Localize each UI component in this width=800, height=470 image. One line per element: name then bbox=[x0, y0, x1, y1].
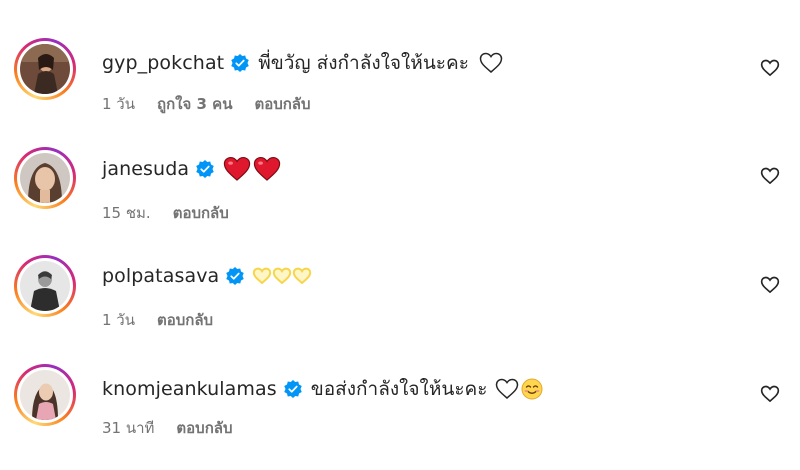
white-heart-icon bbox=[479, 52, 503, 73]
verified-badge-icon bbox=[231, 54, 249, 72]
comment-item: janesuda 15 ชม. ตอบกลับ bbox=[0, 110, 800, 222]
avatar[interactable] bbox=[20, 44, 70, 94]
comment-item: gyp_pokchat พี่ขวัญ ส่งกำลังใจให้นะคะ 1 … bbox=[0, 0, 800, 113]
avatar-story-ring[interactable] bbox=[14, 364, 76, 426]
username[interactable]: polpatasava bbox=[102, 265, 219, 287]
red-heart-icon bbox=[253, 156, 281, 181]
comment-item: knomjeankulamas ขอส่งกำลังใจให้นะคะ 31 น… bbox=[0, 327, 800, 437]
avatar-story-ring[interactable] bbox=[14, 255, 76, 317]
comment-time: 31 นาที bbox=[102, 419, 155, 437]
avatar-story-ring[interactable] bbox=[14, 38, 76, 100]
username[interactable]: gyp_pokchat bbox=[102, 52, 224, 74]
avatar[interactable] bbox=[20, 261, 70, 311]
yellow-heart-icon bbox=[273, 267, 292, 285]
avatar[interactable] bbox=[20, 153, 70, 203]
yellow-heart-icon bbox=[293, 267, 312, 285]
like-heart-icon[interactable] bbox=[760, 275, 780, 295]
comment-item: polpatasava 1 วัน ตอบกลับ bbox=[0, 218, 800, 329]
comment-text: ขอส่งกำลังใจให้นะคะ bbox=[310, 378, 488, 400]
verified-badge-icon bbox=[196, 160, 214, 178]
verified-badge-icon bbox=[284, 380, 302, 398]
like-heart-icon[interactable] bbox=[760, 166, 780, 186]
verified-badge-icon bbox=[226, 267, 245, 285]
yellow-heart-icon bbox=[253, 267, 272, 285]
reply-button[interactable]: ตอบกลับ bbox=[176, 416, 232, 440]
username[interactable]: janesuda bbox=[102, 158, 189, 180]
username[interactable]: knomjeankulamas bbox=[102, 378, 277, 400]
red-heart-icon bbox=[223, 156, 251, 181]
avatar-story-ring[interactable] bbox=[14, 147, 76, 209]
comment-text: พี่ขวัญ ส่งกำลังใจให้นะคะ bbox=[258, 52, 469, 74]
white-heart-icon bbox=[496, 378, 519, 399]
avatar[interactable] bbox=[20, 370, 70, 420]
like-heart-icon[interactable] bbox=[760, 384, 780, 404]
like-heart-icon[interactable] bbox=[760, 58, 780, 78]
smiling-face-with-smiling-eyes-icon bbox=[521, 378, 543, 400]
